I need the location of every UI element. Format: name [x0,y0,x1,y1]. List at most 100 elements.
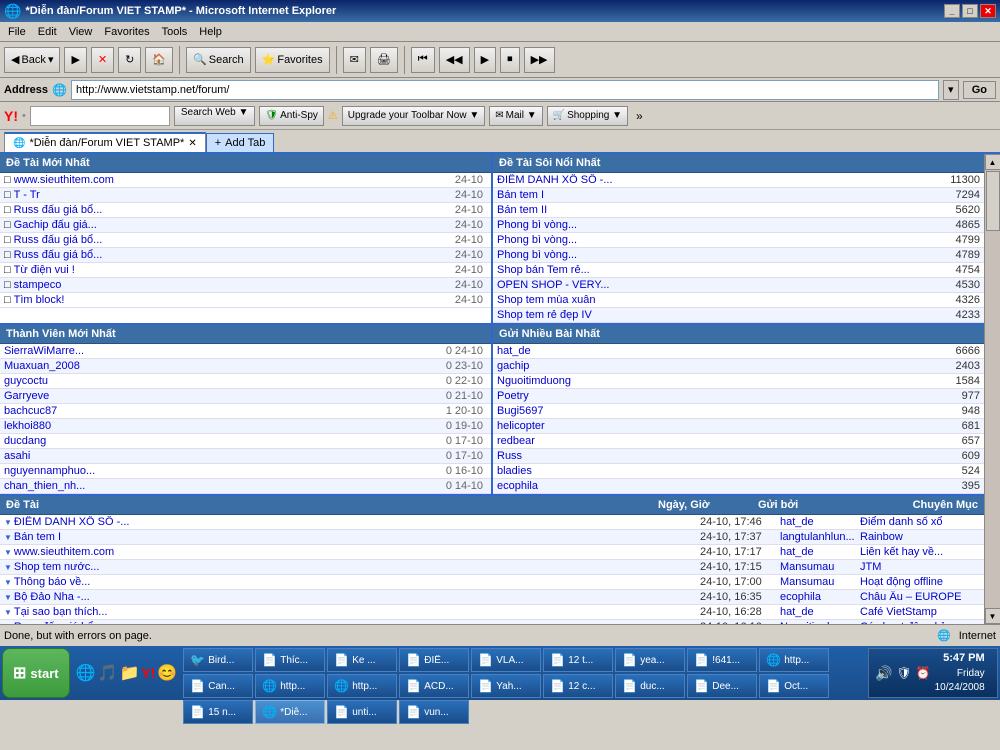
new-topic-title[interactable]: stampeco [14,279,452,291]
yahoo-quicklaunch-icon[interactable]: Y! [141,665,155,681]
poster-name[interactable]: Bugi5697 [497,405,940,417]
member-name[interactable]: SierraWiMarre... [4,345,432,357]
scroll-down-button[interactable]: ▼ [985,608,1000,624]
active-tab[interactable]: 🌐 *Diễn đàn/Forum VIET STAMP* ✕ [4,132,206,152]
yahoo-search-input[interactable] [30,106,170,126]
hot-topic-title[interactable]: Shop tem rẻ đẹp IV [497,309,935,321]
taskbar-item[interactable]: 📄Oct... [759,674,829,698]
post-category[interactable]: Rainbow [860,531,980,543]
taskbar-item[interactable]: 📄Yah... [471,674,541,698]
menu-file[interactable]: File [2,24,32,40]
post-author[interactable]: langtulanhlun... [780,531,860,543]
new-topic-title[interactable]: Russ đấu giá bổ... [14,204,452,216]
post-title[interactable]: ĐIỂM DANH XỔ SỐ -... [14,516,700,528]
taskbar-item[interactable]: 📄ACD... [399,674,469,698]
tab-close-button[interactable]: ✕ [188,138,196,149]
post-title[interactable]: Bán tem I [14,531,700,543]
new-topic-title[interactable]: Tìm block! [14,294,452,306]
post-author[interactable]: hat_de [780,606,860,618]
forward-button[interactable]: ▶ [64,47,86,73]
post-category[interactable]: JTM [860,561,980,573]
post-author[interactable]: Mansumau [780,561,860,573]
toolbar-more-button[interactable]: » [632,109,647,123]
hot-topic-title[interactable]: Phong bì vòng... [497,234,935,246]
post-author[interactable]: hat_de [780,546,860,558]
start-button[interactable]: ⊞ start [2,648,70,698]
post-author[interactable]: hat_de [780,516,860,528]
main-scrollbar[interactable]: ▲ ▼ [984,154,1000,624]
new-topic-title[interactable]: Russ đấu giá bổ... [14,249,452,261]
taskbar-item[interactable]: 🌐*Diễ... [255,700,325,724]
smiley-quicklaunch-icon[interactable]: 😊 [157,663,177,683]
back-dropdown-icon[interactable]: ▾ [48,53,54,66]
post-category[interactable]: Hoạt động offline [860,576,980,588]
poster-name[interactable]: gachip [497,360,940,372]
member-name[interactable]: ducdang [4,435,432,447]
home-button[interactable]: 🏠 [145,47,173,73]
upgrade-toolbar-button[interactable]: Upgrade your Toolbar Now ▼ [342,106,485,126]
poster-name[interactable]: redbear [497,435,940,447]
taskbar-item[interactable]: 📄12 t... [543,648,613,672]
hot-topic-title[interactable]: Bán tem I [497,189,935,201]
go-button[interactable]: Go [963,81,996,99]
poster-name[interactable]: bladies [497,465,940,477]
post-title[interactable]: Thông báo về... [14,576,700,588]
post-author[interactable]: ecophila [780,591,860,603]
media-btn5[interactable]: ▶▶ [524,47,555,73]
taskbar-item[interactable]: 📄Can... [183,674,253,698]
hot-topic-title[interactable]: Shop tem mùa xuân [497,294,935,306]
post-category[interactable]: Điểm danh số xổ [860,516,980,528]
post-title[interactable]: www.sieuthitem.com [14,546,700,558]
post-category[interactable]: Các hoạt động kỷ... [860,621,980,624]
search-button[interactable]: 🔍 Search [186,47,251,73]
taskbar-item[interactable]: 🌐http... [327,674,397,698]
hot-topic-title[interactable]: ĐIỂM DANH XỔ SỐ -... [497,174,935,186]
member-name[interactable]: Garryeve [4,390,432,402]
taskbar-item[interactable]: 📄Thíc... [255,648,325,672]
ie-quicklaunch-icon[interactable]: 🌐 [76,663,96,683]
hot-topic-title[interactable]: Bán tem II [497,204,935,216]
poster-name[interactable]: Nguoitimduong [497,375,940,387]
member-name[interactable]: Muaxuan_2008 [4,360,432,372]
mail-button[interactable]: ✉ [343,47,366,73]
taskbar-item[interactable]: 📄ĐIẾ... [399,648,469,672]
taskbar-item[interactable]: 📄VLA... [471,648,541,672]
hot-topic-title[interactable]: Phong bì vòng... [497,249,935,261]
yahoo-search-field[interactable] [31,110,169,121]
media-btn1[interactable]: ⏮ [411,47,435,73]
taskbar-item[interactable]: 📄Dee... [687,674,757,698]
stop-button[interactable]: ✕ [91,47,114,73]
media-btn4[interactable]: ⏹ [500,47,520,73]
scroll-thumb[interactable] [986,171,1000,231]
back-button[interactable]: ◀ Back ▾ [4,47,60,73]
menu-help[interactable]: Help [193,24,228,40]
post-title[interactable]: Shop tem nước... [14,561,700,573]
folder-quicklaunch-icon[interactable]: 📁 [119,663,139,683]
media-quicklaunch-icon[interactable]: 🎵 [98,663,118,683]
address-url[interactable]: http://www.vietstamp.net/forum/ [76,84,229,96]
new-topic-title[interactable]: www.sieuthitem.com [14,174,452,186]
member-name[interactable]: bachcuc87 [4,405,432,417]
poster-name[interactable]: hat_de [497,345,940,357]
member-name[interactable]: asahi [4,450,432,462]
tray-icon2[interactable]: 🛡 [896,666,911,680]
address-input[interactable]: http://www.vietstamp.net/forum/ [71,80,939,100]
post-category[interactable]: Châu Âu – EUROPE [860,591,980,603]
member-name[interactable]: guycoctu [4,375,432,387]
taskbar-item[interactable]: 📄unti... [327,700,397,724]
taskbar-item[interactable]: 🐦Bird... [183,648,253,672]
post-category[interactable]: Liên kết hay về... [860,546,980,558]
taskbar-item[interactable]: 🌐http... [759,648,829,672]
tray-icon3[interactable]: ⏰ [916,666,931,680]
taskbar-item[interactable]: 📄15 n... [183,700,253,724]
member-name[interactable]: nguyennamphuo... [4,465,432,477]
post-author[interactable]: Nguoitimduong [780,621,860,624]
taskbar-item[interactable]: 📄yea... [615,648,685,672]
yahoo-antispybutton[interactable]: 🛡 Anti-Spy [259,106,324,126]
new-topic-title[interactable]: Gachip đấu giá... [14,219,452,231]
hot-topic-title[interactable]: OPEN SHOP - VERY... [497,279,935,291]
yahoo-shopping-button[interactable]: 🛒 Shopping ▼ [547,106,628,126]
hot-topic-title[interactable]: Shop bán Tem rẻ... [497,264,935,276]
media-btn3[interactable]: ▶ [474,47,496,73]
taskbar-item[interactable]: 🌐http... [255,674,325,698]
